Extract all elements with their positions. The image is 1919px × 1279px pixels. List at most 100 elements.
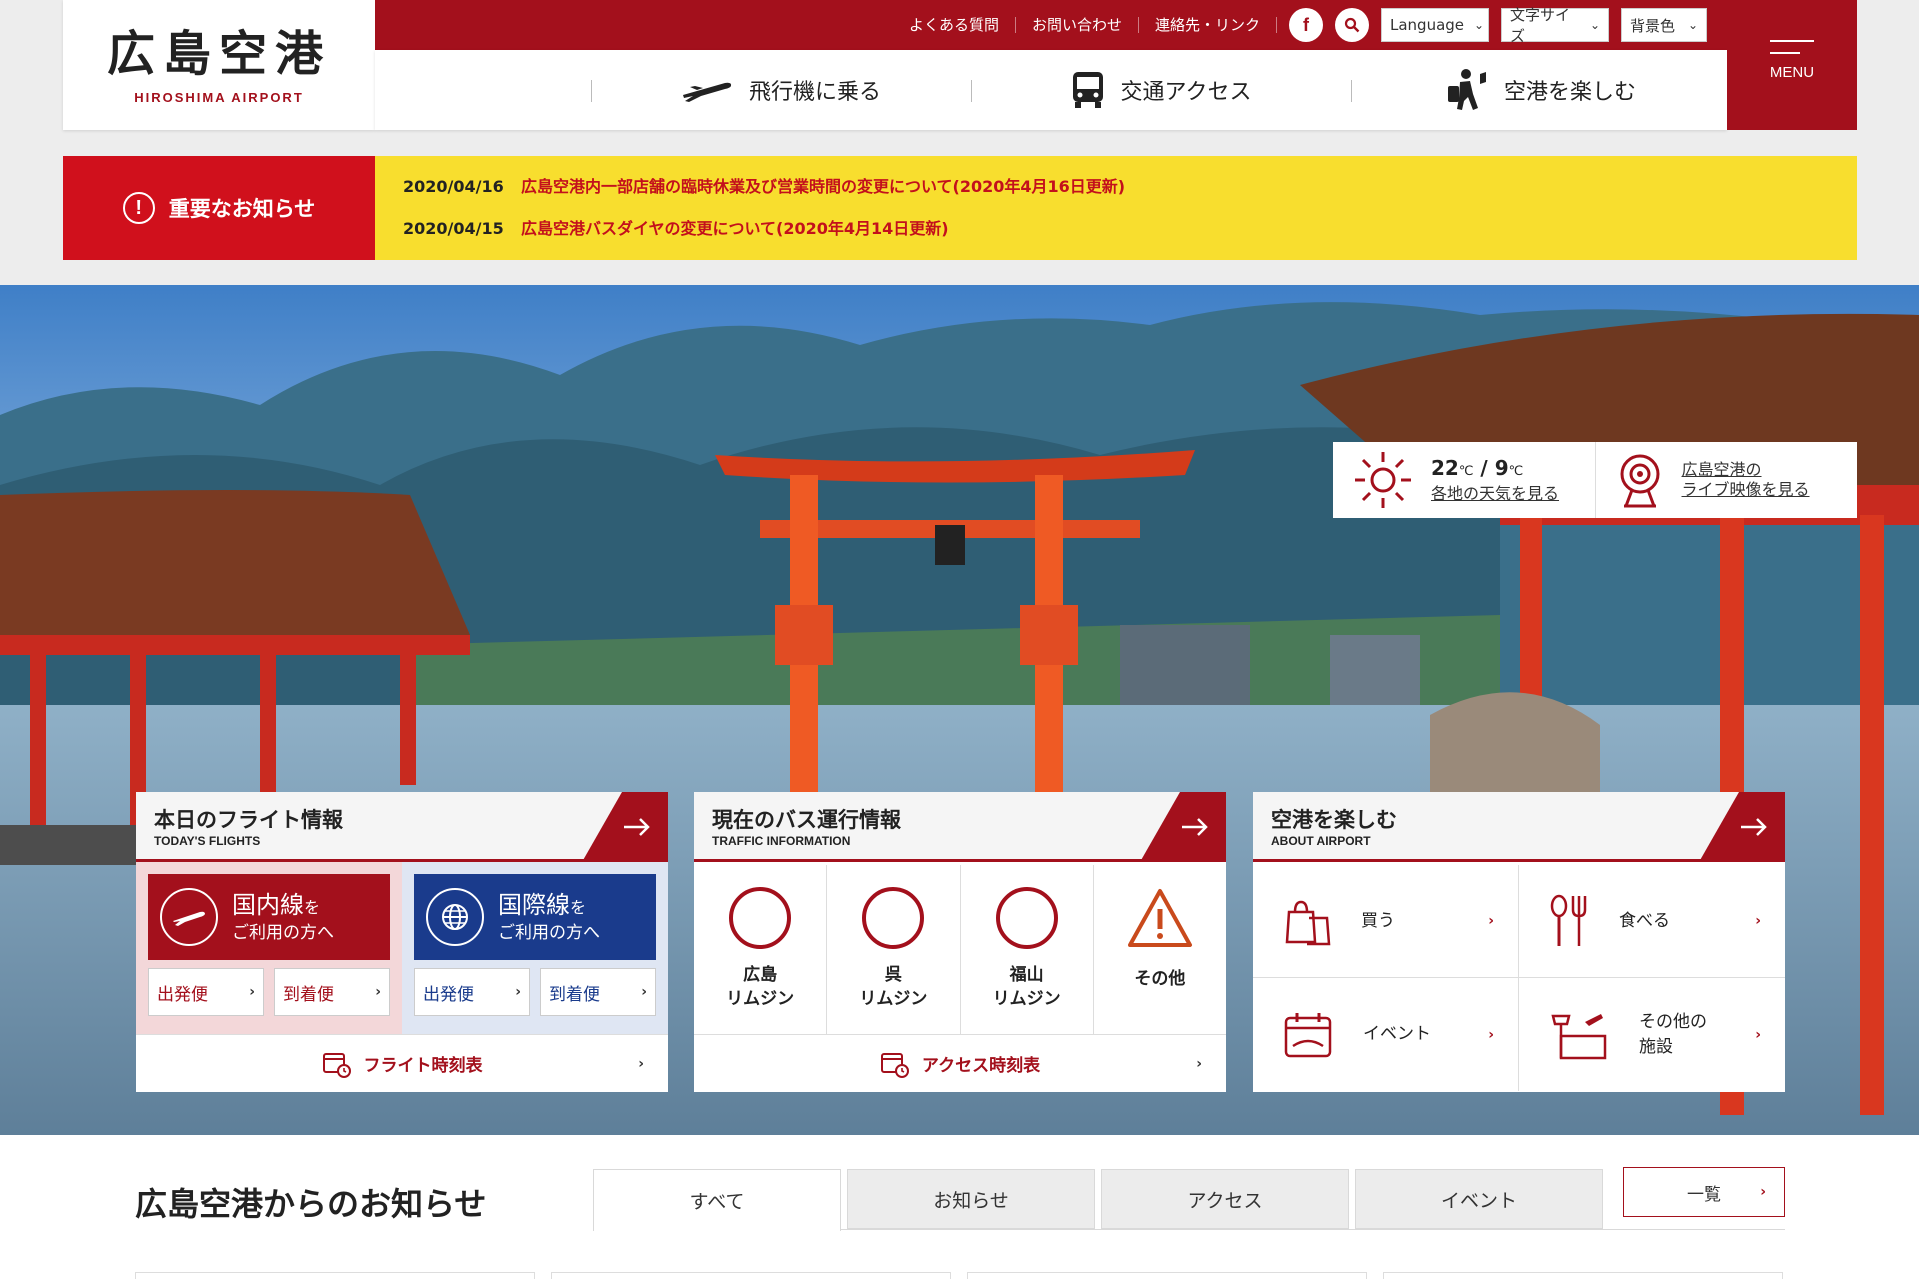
facebook-icon[interactable]: f: [1289, 8, 1323, 42]
chevron-right-icon: ›: [1755, 913, 1761, 929]
domestic-arrivals-button[interactable]: 到着便 ›: [274, 968, 390, 1016]
bus-info-card: 現在のバス運行情報 TRAFFIC INFORMATION 広島 リムジン 呉リム…: [694, 792, 1226, 1092]
notice-date: 2020/04/15: [403, 219, 504, 238]
menu-button[interactable]: MENU: [1727, 0, 1857, 130]
chevron-right-icon: ›: [641, 984, 647, 1000]
live-camera-link[interactable]: 広島空港の ライブ映像を見る: [1594, 442, 1858, 518]
chevron-right-icon: ›: [375, 984, 381, 1000]
weather-info[interactable]: 22℃ / 9℃ 各地の天気を見る: [1333, 442, 1595, 518]
facility-icon: [1551, 1013, 1607, 1059]
notice-link[interactable]: 広島空港内一部店舗の臨時休業及び営業時間の変更について(2020年4月16日更新…: [521, 176, 1125, 198]
chevron-right-icon: ›: [638, 1055, 644, 1072]
bg-color-select-value: 背景色: [1630, 16, 1676, 35]
important-notice-label: ! 重要なお知らせ: [63, 156, 375, 260]
temp-unit: ℃: [1458, 464, 1474, 479]
enjoy-eat[interactable]: 食べる ›: [1519, 865, 1785, 978]
chevron-right-icon: ›: [249, 984, 255, 1000]
international-flights-button[interactable]: 国際線を ご利用の方へ: [414, 874, 656, 960]
tab-notices[interactable]: お知らせ: [847, 1169, 1095, 1229]
important-notice-list: 2020/04/16 広島空港内一部店舗の臨時休業及び営業時間の変更について(2…: [375, 156, 1857, 260]
enjoy-shop[interactable]: 買う ›: [1253, 865, 1519, 978]
international-departures-button[interactable]: 出発便 ›: [414, 968, 530, 1016]
temp-unit: ℃: [1508, 464, 1524, 479]
font-size-select[interactable]: 文字サイズ ⌄: [1501, 6, 1609, 45]
news-card[interactable]: [1383, 1272, 1783, 1279]
airplane-icon: [682, 82, 732, 102]
webcam-icon: [1620, 454, 1659, 508]
bus-route-hiroshima[interactable]: 広島 リムジン: [694, 865, 828, 1034]
contact-link[interactable]: お問い合わせ: [1016, 17, 1139, 33]
enjoy-facilities-line1: その他の: [1639, 1011, 1707, 1032]
main-nav: 飛行機に乗る 交通アクセス 空港を楽しむ: [375, 50, 1727, 130]
bus-route-line2: リムジン: [726, 989, 795, 1009]
tab-access[interactable]: アクセス: [1101, 1169, 1349, 1229]
bus-route-line1: 呉: [884, 965, 902, 985]
domestic-departures-button[interactable]: 出発便 ›: [148, 968, 264, 1016]
international-departures-label: 出発便: [423, 984, 474, 1005]
enjoy-eat-label: 食べる: [1619, 910, 1670, 931]
language-select[interactable]: Language ⌄: [1381, 8, 1489, 42]
weather-link[interactable]: 各地の天気を見る: [1431, 484, 1559, 504]
logo-title-en: HIROSHIMA AIRPORT: [134, 90, 304, 105]
weather-widget: 22℃ / 9℃ 各地の天気を見る 広島空港の ライブ映像を見る: [1333, 442, 1857, 518]
chevron-right-icon: ›: [515, 984, 521, 1000]
exclamation-icon: !: [122, 192, 155, 224]
bus-route-line2: リムジン: [859, 989, 928, 1009]
bus-icon: [1072, 72, 1103, 108]
enjoy-event-label: イベント: [1363, 1024, 1431, 1044]
news-section: 広島空港からのお知らせ すべて お知らせ アクセス イベント 一覧 ›: [0, 1135, 1919, 1279]
nav-fly-label: 飛行機に乗る: [748, 80, 881, 105]
chevron-down-icon: ⌄: [1687, 18, 1698, 32]
bus-route-other[interactable]: その他: [1094, 865, 1226, 1034]
access-timetable-link[interactable]: アクセス時刻表 ›: [694, 1034, 1226, 1092]
live-camera-line2: ライブ映像を見る: [1681, 480, 1810, 499]
language-select-value: Language: [1390, 16, 1465, 34]
notice-item: 2020/04/16 広島空港内一部店舗の臨時休業及び営業時間の変更について(2…: [403, 176, 1829, 198]
enjoy-event[interactable]: イベント ›: [1253, 978, 1519, 1091]
notice-item: 2020/04/15 広島空港バスダイヤの変更について(2020年4月14日更新…: [403, 218, 1829, 240]
enjoy-facilities-line2: 施設: [1639, 1036, 1673, 1057]
bus-card-header[interactable]: 現在のバス運行情報 TRAFFIC INFORMATION: [694, 792, 1226, 862]
international-arrivals-label: 到着便: [549, 984, 600, 1005]
faq-link[interactable]: よくある質問: [893, 17, 1016, 33]
links-link[interactable]: 連絡先・リンク: [1139, 17, 1277, 33]
search-icon[interactable]: [1335, 8, 1369, 42]
utility-bar: よくある質問 お問い合わせ 連絡先・リンク f Language ⌄ 文字サイズ ⌄…: [375, 0, 1727, 50]
site-logo[interactable]: 広島空港 HIROSHIMA AIRPORT: [63, 0, 375, 130]
international-arrivals-button[interactable]: 到着便 ›: [540, 968, 656, 1016]
news-card[interactable]: [551, 1272, 951, 1279]
bg-color-select[interactable]: 背景色 ⌄: [1621, 8, 1707, 42]
notice-link[interactable]: 広島空港バスダイヤの変更について(2020年4月14日更新): [521, 218, 949, 240]
enjoy-facilities[interactable]: その他の施設 ›: [1519, 978, 1785, 1091]
enjoy-card-header[interactable]: 空港を楽しむ ABOUT AIRPORT: [1253, 792, 1785, 862]
international-flights: 国際線を ご利用の方へ 出発便 › 到着便 ›: [402, 862, 668, 1034]
chevron-right-icon: ›: [1755, 1026, 1761, 1043]
spoon-fork-icon: [1550, 894, 1587, 946]
tab-events[interactable]: イベント: [1355, 1169, 1603, 1229]
calendar-icon: [1284, 1012, 1332, 1057]
nav-fly[interactable]: 飛行機に乗る: [591, 50, 971, 130]
status-normal-circle-icon: [995, 887, 1058, 949]
news-card[interactable]: [135, 1272, 535, 1279]
news-list-button[interactable]: 一覧 ›: [1623, 1167, 1785, 1217]
chevron-down-icon: ⌄: [1474, 18, 1485, 32]
flight-info-card: 本日のフライト情報 TODAY'S FLIGHTS 国内線を ご利用の方へ 出発…: [136, 792, 668, 1092]
domestic-flights-button[interactable]: 国内線を ご利用の方へ: [148, 874, 390, 960]
access-timetable-label: アクセス時刻表: [921, 1056, 1041, 1076]
flight-timetable-link[interactable]: フライト時刻表 ›: [136, 1034, 668, 1092]
flight-card-header[interactable]: 本日のフライト情報 TODAY'S FLIGHTS: [136, 792, 668, 862]
walking-traveler-icon: [1447, 69, 1486, 110]
domestic-arrivals-label: 到着便: [283, 984, 334, 1005]
nav-access[interactable]: 交通アクセス: [971, 50, 1351, 130]
arrow-right-icon: [582, 792, 668, 862]
news-card[interactable]: [967, 1272, 1367, 1279]
chevron-right-icon: ›: [1760, 1184, 1766, 1200]
nav-enjoy[interactable]: 空港を楽しむ: [1351, 50, 1731, 130]
domestic-suffix: を: [304, 897, 321, 917]
bus-route-fukuyama[interactable]: 福山 リムジン: [961, 865, 1094, 1034]
temp-low: 9: [1494, 456, 1509, 480]
flight-timetable-label: フライト時刻表: [363, 1056, 483, 1076]
notice-date: 2020/04/16: [403, 177, 504, 196]
bus-route-kure[interactable]: 呉リムジン: [827, 865, 961, 1034]
tab-all[interactable]: すべて: [593, 1169, 841, 1231]
